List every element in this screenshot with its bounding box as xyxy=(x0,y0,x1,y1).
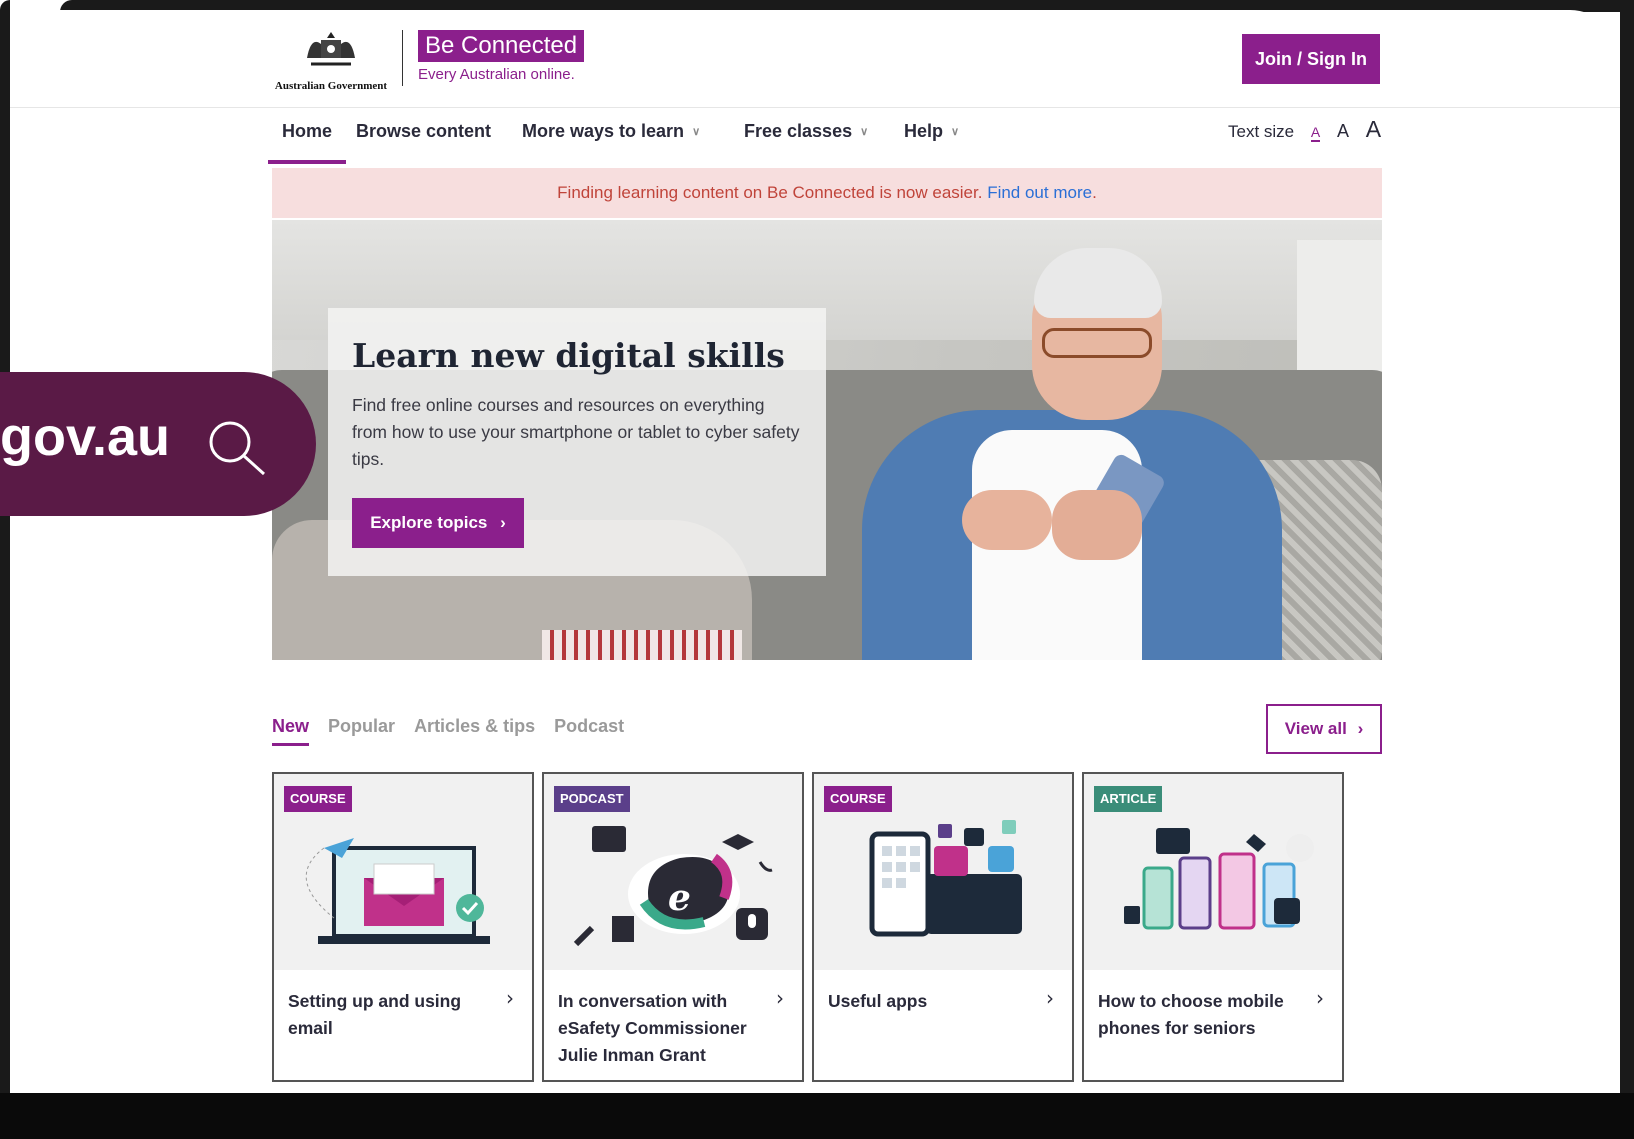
chevron-right-icon: › xyxy=(506,986,514,1010)
card-title: Setting up and using email xyxy=(288,991,462,1038)
join-sign-in-button[interactable]: Join / Sign In xyxy=(1242,34,1380,84)
search-pill-text: gov.au xyxy=(0,407,171,467)
coat-of-arms-icon xyxy=(307,32,355,66)
email-laptop-icon xyxy=(305,838,490,944)
article-badge: ARTICLE xyxy=(1094,786,1163,812)
tab-articles-tips[interactable]: Articles & tips xyxy=(414,716,535,743)
course-badge: COURSE xyxy=(824,786,892,812)
chevron-right-icon: › xyxy=(1046,986,1054,1010)
text-size-small[interactable]: A xyxy=(1310,124,1321,142)
chevron-down-icon: ∨ xyxy=(860,126,869,138)
gov-text: Australian Government xyxy=(274,80,388,92)
card-title: Useful apps xyxy=(828,991,928,1011)
nav-item-help[interactable]: Help ∨ xyxy=(904,108,959,164)
nav-item-label: Browse content xyxy=(356,121,492,141)
nav-item-label: Free classes xyxy=(744,121,853,141)
browser-screen: Australian Government Be Connected Every… xyxy=(10,10,1620,1093)
search-icon xyxy=(209,421,266,476)
logo-divider xyxy=(402,30,403,86)
device-bezel-left xyxy=(0,0,10,1139)
nav-item-browse-content[interactable]: Browse content xyxy=(356,108,491,164)
apps-devices-icon xyxy=(869,820,1022,937)
course-badge: COURSE xyxy=(284,786,352,812)
device-bezel-bottom xyxy=(0,1093,1634,1139)
text-size-medium[interactable]: A xyxy=(1337,121,1349,142)
content-tabs: New Popular Articles & tips Podcast xyxy=(272,716,638,746)
chevron-down-icon: ∨ xyxy=(692,126,701,138)
notice-banner: Finding learning content on Be Connected… xyxy=(272,168,1382,218)
chevron-right-icon: › xyxy=(1357,719,1364,738)
nav-item-label: Help xyxy=(904,121,944,141)
device-bezel-right xyxy=(1620,0,1634,1139)
chevron-right-icon: › xyxy=(500,513,506,532)
text-size-control: Text size A A A xyxy=(1228,116,1381,143)
brand-name: Be Connected xyxy=(418,30,585,62)
tab-popular[interactable]: Popular xyxy=(328,716,395,743)
australian-government-logo[interactable]: Australian Government xyxy=(272,28,390,98)
notice-suffix: . xyxy=(1092,183,1097,202)
find-out-more-link[interactable]: Find out more xyxy=(987,183,1092,202)
nav-item-label: Home xyxy=(282,121,333,141)
mobile-phones-icon xyxy=(1124,828,1314,930)
card-title: In conversation with eSafety Commissione… xyxy=(558,991,747,1065)
view-all-button[interactable]: View all › xyxy=(1266,704,1382,754)
content-card[interactable]: e PODCAST In conversation with eSafety C… xyxy=(542,772,804,1082)
chevron-right-icon: › xyxy=(776,986,784,1010)
card-image: COURSE xyxy=(274,774,532,970)
card-title: How to choose mobile phones for seniors xyxy=(1098,991,1284,1038)
chevron-down-icon: ∨ xyxy=(951,126,960,138)
tab-new[interactable]: New xyxy=(272,716,310,746)
device-frame: Australian Government Be Connected Every… xyxy=(0,0,1634,1139)
content-card[interactable]: ARTICLE How to choose mobile phones for … xyxy=(1082,772,1344,1082)
hero-card: Learn new digital skills Find free onlin… xyxy=(328,308,826,576)
nav-item-more-ways-to-learn[interactable]: More ways to learn ∨ xyxy=(522,108,700,164)
chevron-right-icon: › xyxy=(1316,986,1324,1010)
be-connected-logo[interactable]: Be Connected Every Australian online. xyxy=(418,30,585,83)
nav-item-home[interactable]: Home xyxy=(268,108,347,164)
card-image: e PODCAST xyxy=(544,774,802,970)
content-card[interactable]: COURSE Useful apps › xyxy=(812,772,1074,1082)
main-nav: Home Browse content More ways to learn ∨ … xyxy=(10,108,1620,166)
content-card[interactable]: COURSE Setting up and using email › xyxy=(272,772,534,1082)
explore-topics-label: Explore topics xyxy=(370,513,488,532)
hero-subtitle: Find free online courses and resources o… xyxy=(352,395,800,469)
svg-text:e: e xyxy=(668,877,691,919)
person-hand-right xyxy=(1052,490,1142,560)
nav-item-label: More ways to learn xyxy=(522,121,685,141)
notice-text: Finding learning content on Be Connected… xyxy=(557,183,983,202)
person-hand-left xyxy=(962,490,1052,550)
card-image: COURSE xyxy=(814,774,1072,970)
hero-title: Learn new digital skills xyxy=(352,336,785,375)
podcast-badge: PODCAST xyxy=(554,786,630,812)
text-size-large[interactable]: A xyxy=(1366,116,1381,143)
view-all-label: View all xyxy=(1284,719,1347,738)
site-header: Australian Government Be Connected Every… xyxy=(10,10,1620,108)
explore-topics-button[interactable]: Explore topics › xyxy=(352,498,524,548)
text-size-label: Text size xyxy=(1228,122,1295,141)
person-glasses xyxy=(1042,328,1152,358)
brand-tagline: Every Australian online. xyxy=(418,66,575,83)
nav-item-free-classes[interactable]: Free classes ∨ xyxy=(744,108,868,164)
tab-podcast[interactable]: Podcast xyxy=(554,716,624,743)
esafety-podcast-icon: e xyxy=(573,826,773,947)
search-pill-overlay[interactable]: gov.au xyxy=(0,372,316,516)
card-image: ARTICLE xyxy=(1084,774,1342,970)
hero-striped-fabric xyxy=(542,630,742,660)
